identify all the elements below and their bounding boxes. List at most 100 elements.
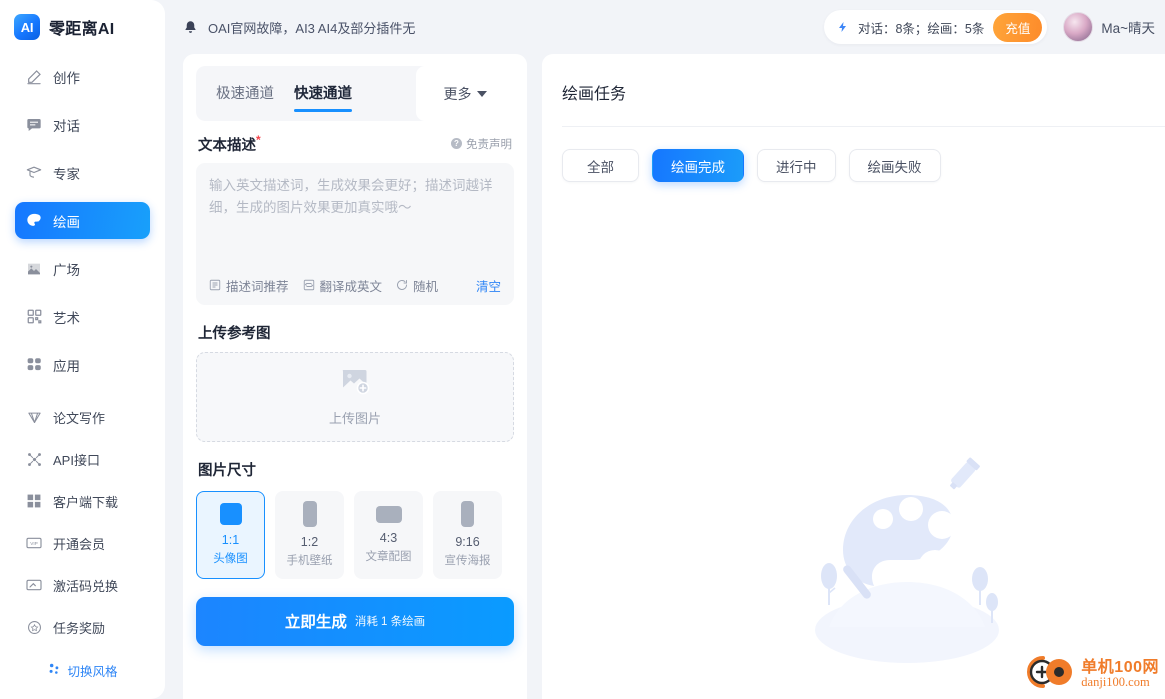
prompt-input[interactable] (209, 174, 501, 272)
clear-button[interactable]: 清空 (476, 276, 501, 295)
filter-进行中[interactable]: 进行中 (757, 149, 836, 182)
translate-button[interactable]: 翻译成英文 (303, 276, 383, 295)
more-dropdown[interactable]: 更多 (416, 66, 514, 121)
sidebar-item-label: 广场 (53, 262, 80, 278)
disclaimer-link[interactable]: ? 免责声明 (451, 136, 512, 152)
graduation-cap-icon (26, 165, 42, 181)
channel-tabs: 极速通道 快速通道 更多 (196, 66, 514, 121)
sidebar-item-应用[interactable]: 应用 (15, 346, 150, 383)
text-desc-title-label: 文本描述 (198, 137, 256, 154)
apps-icon (26, 357, 42, 373)
translate-label: 翻译成英文 (319, 279, 383, 294)
sidebar-item-label: API接口 (53, 452, 100, 468)
size-ratio: 1:2 (300, 535, 319, 550)
site-watermark: 单机100网 danji100.com (1023, 652, 1159, 697)
generate-cost-label: 消耗 1 条绘画 (354, 616, 426, 629)
size-caption: 宣传海报 (444, 555, 491, 568)
watermark-en: danji100.com (1081, 675, 1150, 690)
sidebar-item-label: 任务奖励 (53, 620, 106, 636)
generate-button[interactable]: 立即生成 消耗 1 条绘画 (196, 596, 514, 646)
content-area: 极速通道 快速通道 更多 文本描述* ? 免责声明 输入英文描述词，生成效果会更… (165, 54, 1165, 699)
disclaimer-label: 免责声明 (466, 138, 512, 151)
sidebar: AI 零距离AI 创作 对话 专家 绘画 广场 艺术 应用 论文写作 API接口… (0, 0, 165, 699)
avatar (1063, 12, 1094, 42)
nav-divider (15, 394, 150, 401)
topbar: OAI官网故障，AI3 AI4及部分插件无 对话：8条；绘画：5条 充值 Ma~… (165, 0, 1165, 54)
size-options: 1:1 头像图 1:2 手机壁纸 4:3 文章配图 9:16 宣传海报 (196, 490, 514, 579)
tab-极速通道[interactable]: 极速通道 (213, 76, 277, 112)
ratio-shape-icon (302, 501, 317, 528)
sidebar-item-label: 对话 (53, 118, 80, 134)
size-ratio: 4:3 (379, 530, 398, 545)
tab-快速通道[interactable]: 快速通道 (291, 76, 355, 112)
sidebar-item-API接口[interactable]: API接口 (15, 443, 150, 475)
bell-icon (183, 20, 198, 35)
ratio-shape-icon (461, 501, 474, 528)
sidebar-item-广场[interactable]: 广场 (15, 250, 150, 287)
sidebar-item-客户端下载[interactable]: 客户端下载 (15, 485, 150, 517)
watermark-logo-icon (1023, 652, 1075, 697)
sidebar-item-激活码兑换[interactable]: 激活码兑换 (15, 569, 150, 601)
tasks-panel: 绘画任务 全部 绘画完成 进行中 绘画失败 (542, 54, 1165, 699)
prompt-box: 描述词推荐 翻译成英文 随机 (196, 162, 514, 305)
user-menu[interactable]: Ma~晴天 (1063, 12, 1155, 42)
prompt-suggest-button[interactable]: 描述词推荐 (209, 276, 289, 295)
username: Ma~晴天 (1101, 21, 1155, 36)
list-suggest-icon (209, 279, 221, 291)
size-option-1-2[interactable]: 1:2 手机壁纸 (275, 490, 344, 579)
size-ratio: 1:1 (221, 533, 240, 548)
sidebar-item-label: 开通会员 (53, 536, 106, 552)
sidebar-item-绘画[interactable]: 绘画 (15, 202, 150, 239)
sidebar-item-创作[interactable]: 创作 (15, 58, 150, 95)
text-desc-title: 文本描述* (198, 133, 261, 155)
sidebar-item-艺术[interactable]: 艺术 (15, 298, 150, 335)
diamond-pen-icon (26, 409, 42, 425)
size-option-4-3[interactable]: 4:3 文章配图 (354, 490, 423, 579)
size-caption: 头像图 (213, 553, 248, 566)
more-label: 更多 (443, 85, 472, 102)
ratio-shape-icon (375, 505, 402, 523)
filter-全部[interactable]: 全部 (562, 149, 639, 182)
sidebar-item-对话[interactable]: 对话 (15, 106, 150, 143)
switch-style-button[interactable]: 切换风格 (15, 661, 150, 680)
notice-banner[interactable]: OAI官网故障，AI3 AI4及部分插件无 (183, 18, 415, 37)
pencil-icon (26, 69, 42, 85)
page-title: 绘画任务 (562, 86, 627, 103)
chat-bubble-icon (26, 117, 42, 133)
app-root: AI 零距离AI 创作 对话 专家 绘画 广场 艺术 应用 论文写作 API接口… (0, 0, 1165, 699)
size-ratio: 9:16 (455, 535, 480, 550)
filter-绘画完成[interactable]: 绘画完成 (652, 149, 744, 182)
size-option-9-16[interactable]: 9:16 宣传海报 (433, 490, 502, 579)
upload-dropzone[interactable]: 上传图片 (196, 351, 514, 442)
random-button[interactable]: 随机 (396, 276, 438, 295)
recharge-button[interactable]: 充值 (993, 12, 1043, 42)
sidebar-item-专家[interactable]: 专家 (15, 154, 150, 191)
ratio-shape-icon (219, 503, 242, 526)
sidebar-item-开通会员[interactable]: VIP 开通会员 (15, 527, 150, 559)
sidebar-item-label: 绘画 (53, 214, 80, 230)
svg-text:VIP: VIP (30, 541, 38, 546)
size-caption: 手机壁纸 (286, 555, 333, 568)
text-desc-header: 文本描述* ? 免责声明 (198, 133, 512, 155)
prompt-suggest-label: 描述词推荐 (226, 279, 289, 294)
sidebar-nav: 创作 对话 专家 绘画 广场 艺术 应用 论文写作 API接口 客户端下载 VI… (0, 52, 165, 680)
filter-绘画失败[interactable]: 绘画失败 (848, 149, 941, 182)
size-option-1-1[interactable]: 1:1 头像图 (196, 490, 265, 579)
sidebar-item-label: 创作 (53, 70, 80, 86)
lightning-icon (837, 20, 849, 34)
sidebar-item-任务奖励[interactable]: 任务奖励 (15, 611, 150, 643)
sidebar-item-label: 专家 (53, 166, 80, 182)
watermark-text: 单机100网 danji100.com (1081, 659, 1159, 690)
random-label: 随机 (413, 279, 439, 294)
channel-tabs-list: 极速通道 快速通道 (196, 66, 426, 121)
brand-logo-icon: AI (14, 14, 40, 40)
translate-icon (303, 279, 315, 291)
drawing-form-panel: 极速通道 快速通道 更多 文本描述* ? 免责声明 输入英文描述词，生成效果会更… (183, 54, 527, 699)
switch-style-icon (47, 662, 61, 679)
ticket-icon (26, 577, 42, 593)
sidebar-item-label: 艺术 (53, 310, 80, 326)
vip-card-icon: VIP (26, 535, 42, 551)
sidebar-item-论文写作[interactable]: 论文写作 (15, 401, 150, 433)
size-caption: 文章配图 (365, 550, 412, 563)
sidebar-item-label: 应用 (53, 358, 80, 374)
